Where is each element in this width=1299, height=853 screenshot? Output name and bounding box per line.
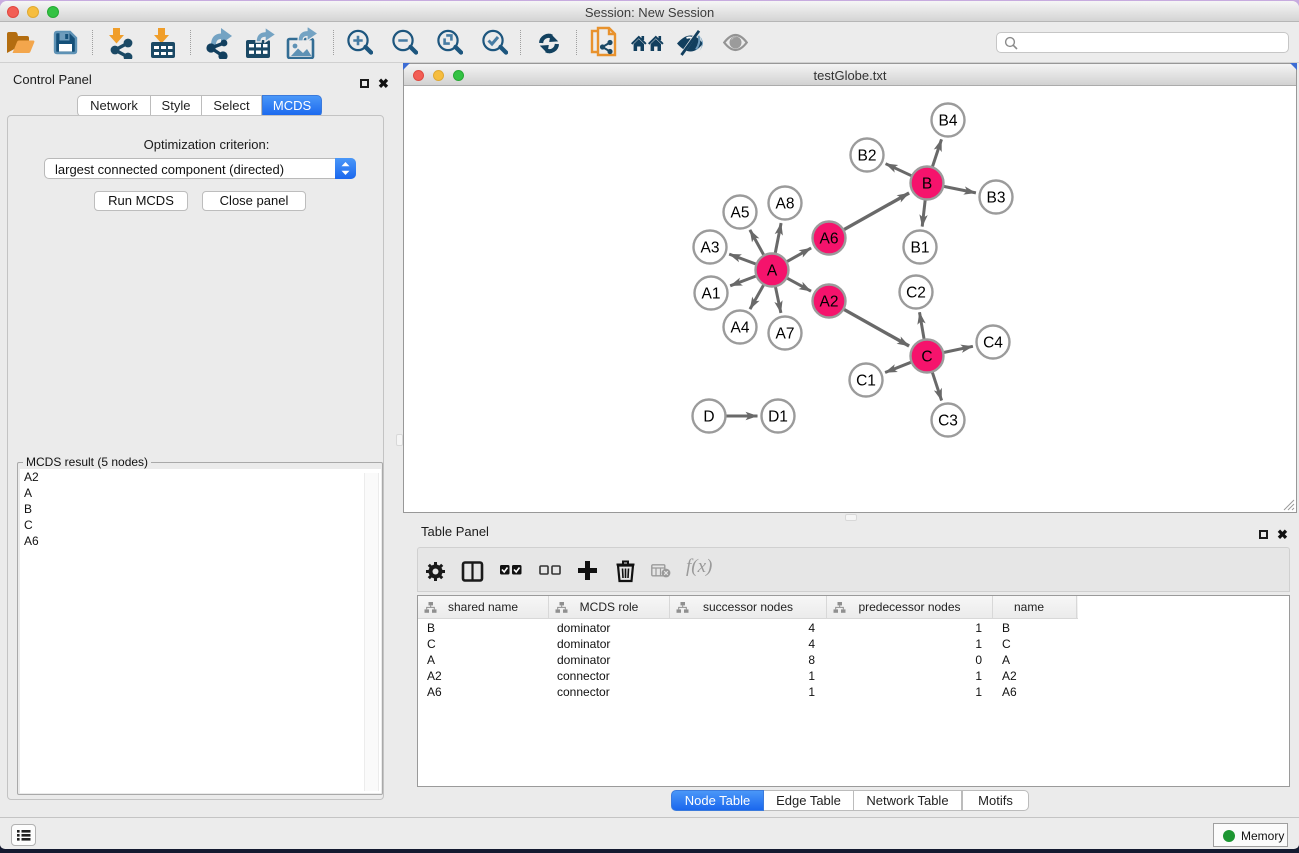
svg-text:A2: A2 — [820, 294, 839, 311]
svg-text:A8: A8 — [776, 196, 795, 213]
svg-text:B: B — [922, 176, 932, 193]
svg-text:D1: D1 — [768, 409, 788, 426]
svg-text:C2: C2 — [906, 285, 926, 302]
svg-text:A3: A3 — [701, 240, 720, 257]
svg-text:A: A — [767, 263, 778, 280]
svg-text:C3: C3 — [938, 413, 958, 430]
svg-text:C4: C4 — [983, 335, 1003, 352]
svg-text:A6: A6 — [820, 231, 839, 248]
svg-text:B1: B1 — [911, 240, 930, 257]
svg-text:C1: C1 — [856, 373, 876, 390]
svg-text:B4: B4 — [939, 113, 958, 130]
svg-text:A1: A1 — [702, 286, 721, 303]
svg-text:D: D — [703, 409, 714, 426]
svg-text:A5: A5 — [731, 205, 750, 222]
svg-text:A4: A4 — [731, 320, 750, 337]
svg-text:C: C — [921, 349, 932, 366]
svg-text:B3: B3 — [987, 190, 1006, 207]
svg-text:A7: A7 — [776, 326, 795, 343]
svg-text:B2: B2 — [858, 148, 877, 165]
